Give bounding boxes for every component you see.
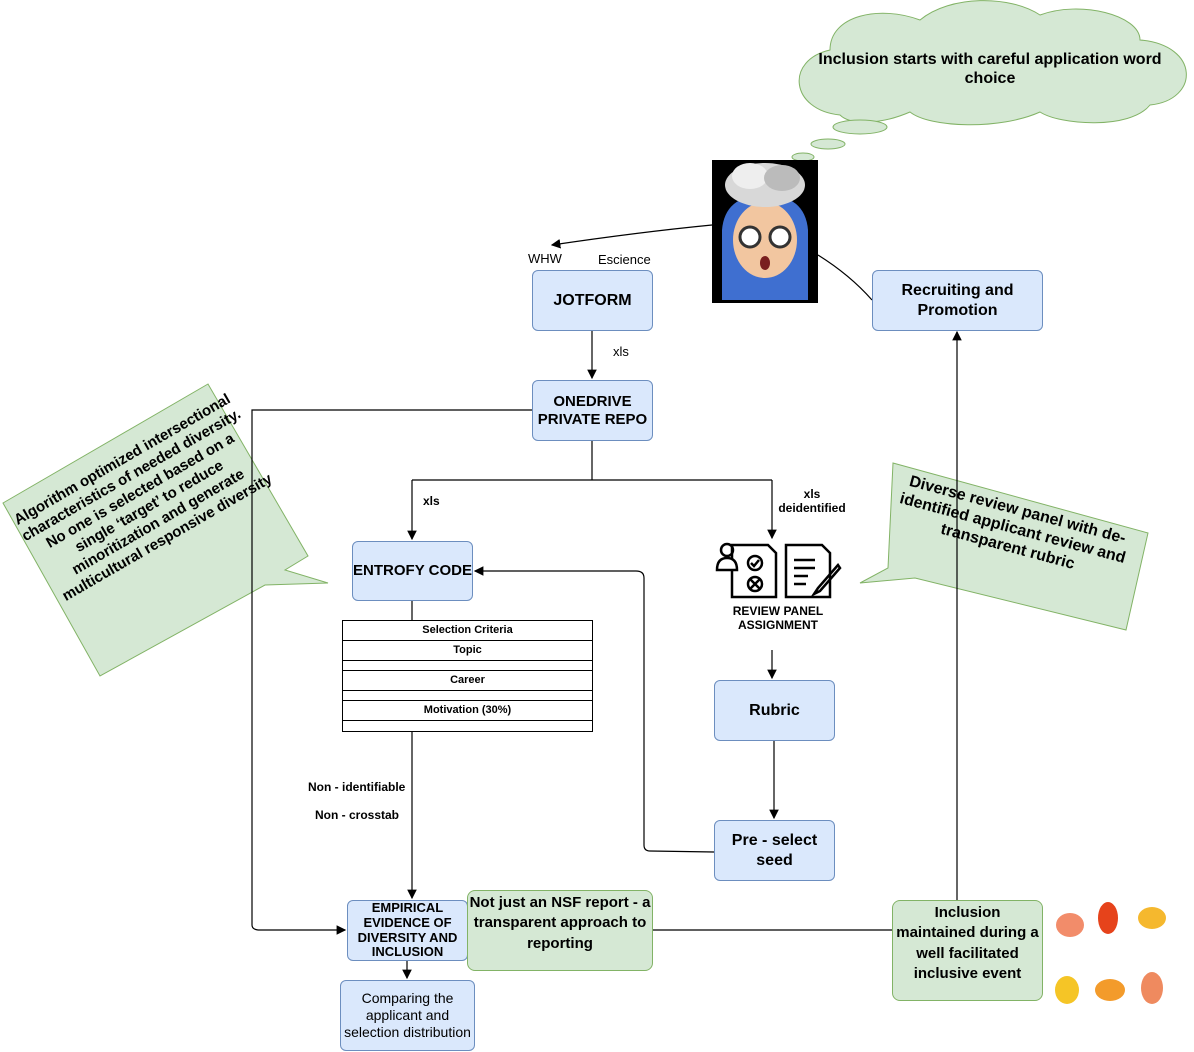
thought-bubble: [810, 138, 846, 150]
table-header: Selection Criteria: [343, 621, 592, 641]
table-row: Motivation (30%): [343, 701, 592, 721]
label-xls: xls: [613, 344, 629, 359]
recruiting-node[interactable]: Recruiting and Promotion: [872, 270, 1043, 331]
table-row: Career: [343, 671, 592, 691]
table-row: Topic: [343, 641, 592, 661]
label-non-crosstab: Non - crosstab: [315, 808, 400, 822]
onedrive-node[interactable]: ONEDRIVE PRIVATE REPO: [532, 380, 653, 441]
table-row: [343, 661, 592, 671]
selection-criteria-table: Selection Criteria Topic Career Motivati…: [342, 620, 593, 732]
label-xls: xls: [423, 494, 440, 508]
comparing-node[interactable]: Comparing the applicant and selection di…: [340, 980, 475, 1051]
table-row: [343, 691, 592, 701]
thought-bubble: [791, 152, 815, 162]
thought-bubble: [832, 119, 888, 135]
label-whw: WHW: [528, 251, 562, 266]
jotform-node[interactable]: JOTFORM: [532, 270, 653, 331]
inclusion-note: Inclusion maintained during a well facil…: [892, 900, 1043, 1001]
label-xls-deidentified: xls deidentified: [778, 487, 846, 516]
avatar-image: [712, 160, 818, 303]
nsf-note: Not just an NSF report - a transparent a…: [467, 890, 653, 971]
label-escience: Escience: [598, 252, 651, 267]
empirical-node[interactable]: EMPIRICAL EVIDENCE OF DIVERSITY AND INCL…: [347, 900, 468, 961]
entrofy-node[interactable]: ENTROFY CODE: [352, 541, 473, 601]
review-panel-label: REVIEW PANEL ASSIGNMENT: [732, 604, 824, 633]
preselect-node[interactable]: Pre - select seed: [714, 820, 835, 881]
table-row: [343, 721, 592, 731]
cloud-text: Inclusion starts with careful applicatio…: [818, 51, 1162, 88]
label-non-identifiable: Non - identifiable: [308, 780, 406, 794]
birds-image: [1045, 885, 1175, 1015]
review-panel-icon: [715, 542, 842, 599]
rubric-node[interactable]: Rubric: [714, 680, 835, 741]
